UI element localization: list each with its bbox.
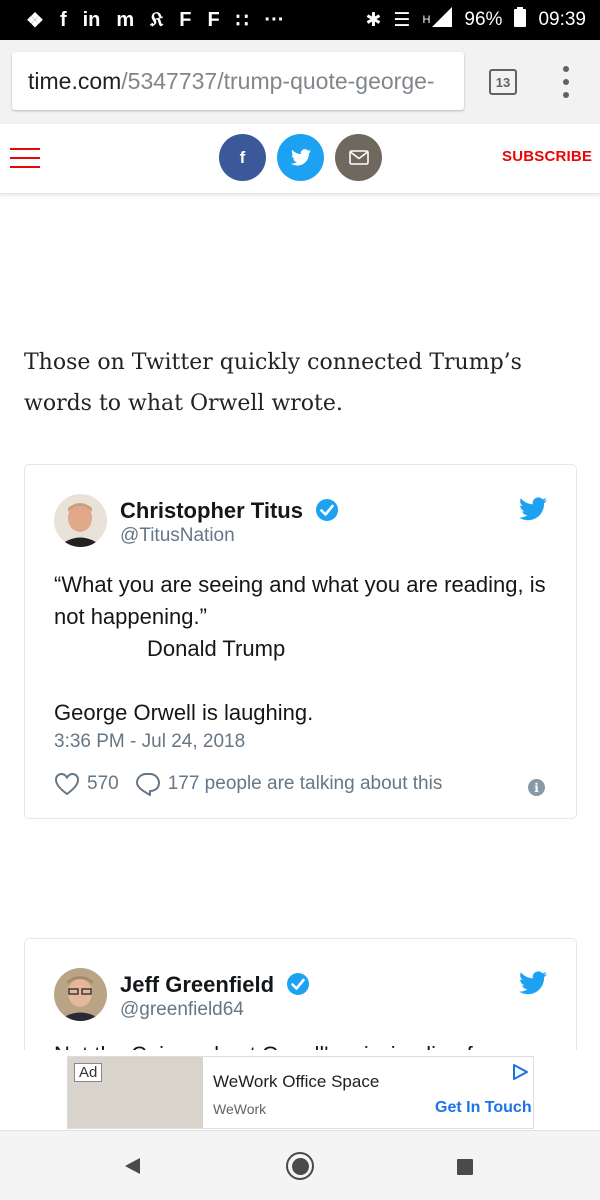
clock: 09:39: [538, 9, 586, 30]
vibrate-icon: ☰: [393, 9, 411, 31]
author-name-text: Christopher Titus: [120, 498, 303, 523]
home-icon: [291, 1157, 309, 1175]
facebook-icon: f: [59, 8, 67, 31]
system-nav-bar: [0, 1130, 600, 1200]
bluetooth-icon: ✱: [365, 9, 382, 31]
back-icon[interactable]: [122, 1156, 142, 1176]
twitter-bird-icon[interactable]: [519, 971, 547, 995]
speech-bubble-icon: [135, 773, 160, 796]
like-count: 570: [87, 773, 119, 794]
browser-menu-icon[interactable]: [556, 66, 576, 98]
home-button[interactable]: [286, 1152, 314, 1180]
nytimes-icon: 𝔎: [150, 8, 164, 31]
tweet-author-name-2[interactable]: Jeff Greenfield: [120, 972, 310, 998]
info-icon[interactable]: i: [528, 779, 545, 796]
battery-percent: 96%: [464, 9, 503, 30]
tweet-comment: George Orwell is laughing.: [54, 700, 314, 725]
embedded-tweet[interactable]: Christopher Titus @TitusNation “What you…: [24, 464, 577, 819]
twitter-icon: [290, 149, 311, 166]
author-name-text-2: Jeff Greenfield: [120, 972, 275, 997]
tweet-author-handle[interactable]: @TitusNation: [120, 525, 235, 547]
verified-badge-icon: [287, 973, 310, 995]
ad-label: Ad: [74, 1063, 103, 1082]
overflow-icon: ···: [264, 8, 285, 31]
ad-sponsor: WeWork: [213, 1101, 267, 1117]
avatar-2[interactable]: [54, 968, 107, 1021]
hamburger-menu-icon[interactable]: [10, 148, 40, 168]
tweet-timestamp[interactable]: 3:36 PM - Jul 24, 2018: [54, 731, 245, 753]
flipboard-icon: F: [179, 8, 192, 31]
ad-cta-button[interactable]: Get In Touch: [435, 1099, 532, 1117]
site-header: f SUBSCRIBE: [0, 124, 600, 194]
tweet-text: “What you are seeing and what you are re…: [54, 569, 554, 729]
avatar[interactable]: [54, 494, 107, 547]
battery-icon: [514, 7, 527, 33]
talking-count: 177 people are talking about this: [167, 773, 443, 794]
reply-button[interactable]: 177 people are talking about this: [135, 771, 443, 797]
slack-icon: ∷: [235, 9, 249, 32]
tweet-author-name[interactable]: Christopher Titus: [120, 498, 339, 524]
network-type: H: [422, 14, 431, 26]
tab-switcher-button[interactable]: 13: [489, 69, 517, 95]
facebook-icon: f: [239, 147, 246, 167]
url-path: /5347737/trump-quote-george-: [121, 67, 435, 94]
tweet-actions: 570 177 people are talking about this: [54, 771, 458, 797]
subscribe-link[interactable]: SUBSCRIBE: [502, 148, 592, 165]
tweet-quote-attribution: Donald Trump: [147, 636, 286, 661]
ad-banner: Ad WeWork Office Space WeWork Get In Tou…: [0, 1050, 600, 1130]
signal-icon: [432, 7, 453, 33]
twitter-bird-icon[interactable]: [519, 497, 547, 521]
email-share-button[interactable]: [335, 134, 382, 181]
notification-icons: ❖ f in m 𝔎 F F ∷ ···: [26, 8, 284, 33]
like-button[interactable]: 570: [54, 772, 119, 796]
ad-unit[interactable]: Ad WeWork Office Space WeWork Get In Tou…: [67, 1056, 534, 1129]
status-bar: ❖ f in m 𝔎 F F ∷ ··· ✱ ☰ H 96% 09:39: [0, 0, 600, 40]
recents-button[interactable]: [457, 1159, 473, 1175]
mail-icon: [348, 150, 369, 165]
twitter-share-button[interactable]: [277, 134, 324, 181]
flipboard-icon-2: F: [207, 8, 220, 31]
tweet-quote: “What you are seeing and what you are re…: [54, 572, 546, 629]
adchoices-icon[interactable]: [511, 1063, 529, 1081]
browser-toolbar: time.com/5347737/trump-quote-george- 13: [0, 40, 600, 124]
article-paragraph: Those on Twitter quickly connected Trump…: [24, 350, 522, 416]
facebook-share-button[interactable]: f: [219, 134, 266, 181]
url-host: time.com: [28, 67, 122, 94]
address-bar[interactable]: time.com/5347737/trump-quote-george-: [12, 52, 464, 110]
tweet-author-handle-2[interactable]: @greenfield64: [120, 999, 244, 1021]
linkedin-icon: in: [82, 8, 101, 31]
heart-icon: [54, 772, 80, 796]
ad-title[interactable]: WeWork Office Space: [213, 1072, 379, 1092]
verified-badge-icon: [316, 499, 339, 521]
chat-bubble-icon: ❖: [26, 9, 44, 32]
medium-icon: m: [116, 8, 135, 31]
